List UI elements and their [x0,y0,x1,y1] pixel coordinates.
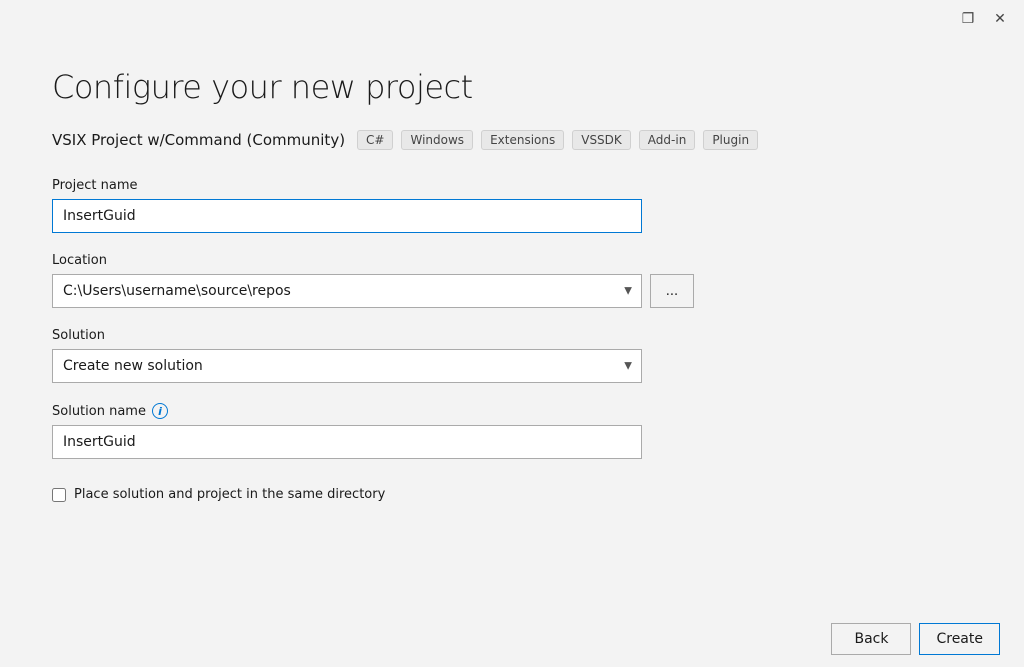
solution-name-label: Solution name i [52,403,972,419]
restore-button[interactable]: ❐ [956,6,980,30]
same-directory-label[interactable]: Place solution and project in the same d… [74,487,385,502]
back-button[interactable]: Back [831,623,911,655]
close-button[interactable]: ✕ [988,6,1012,30]
location-section: Location C:\Users\username\source\repos … [52,253,972,308]
location-select[interactable]: C:\Users\username\source\repos [52,274,642,308]
project-name-section: Project name [52,178,972,233]
main-content: Configure your new project VSIX Project … [0,36,1024,611]
tag-windows: Windows [401,130,473,150]
solution-name-section: Solution name i [52,403,972,459]
solution-name-info-icon[interactable]: i [152,403,168,419]
browse-button[interactable]: ... [650,274,694,308]
tag-extensions: Extensions [481,130,564,150]
solution-select[interactable]: Create new solution [52,349,642,383]
solution-name-input[interactable] [52,425,642,459]
tag-addin: Add-in [639,130,696,150]
solution-label: Solution [52,328,972,343]
window: ❐ ✕ Configure your new project VSIX Proj… [0,0,1024,667]
location-select-wrapper: C:\Users\username\source\repos ▼ [52,274,642,308]
location-label: Location [52,253,972,268]
project-name-label: Project name [52,178,972,193]
solution-select-wrapper: Create new solution ▼ [52,349,642,383]
project-type-row: VSIX Project w/Command (Community) C# Wi… [52,130,972,150]
solution-section: Solution Create new solution ▼ [52,328,972,383]
footer: Back Create [0,611,1024,667]
tag-vssdk: VSSDK [572,130,631,150]
project-name-input[interactable] [52,199,642,233]
tag-plugin: Plugin [703,130,758,150]
title-bar: ❐ ✕ [0,0,1024,36]
project-type-name: VSIX Project w/Command (Community) [52,131,345,149]
tag-csharp: C# [357,130,393,150]
same-directory-checkbox[interactable] [52,488,66,502]
create-button[interactable]: Create [919,623,1000,655]
location-row: C:\Users\username\source\repos ▼ ... [52,274,972,308]
page-title: Configure your new project [52,68,972,106]
same-directory-row: Place solution and project in the same d… [52,487,972,502]
